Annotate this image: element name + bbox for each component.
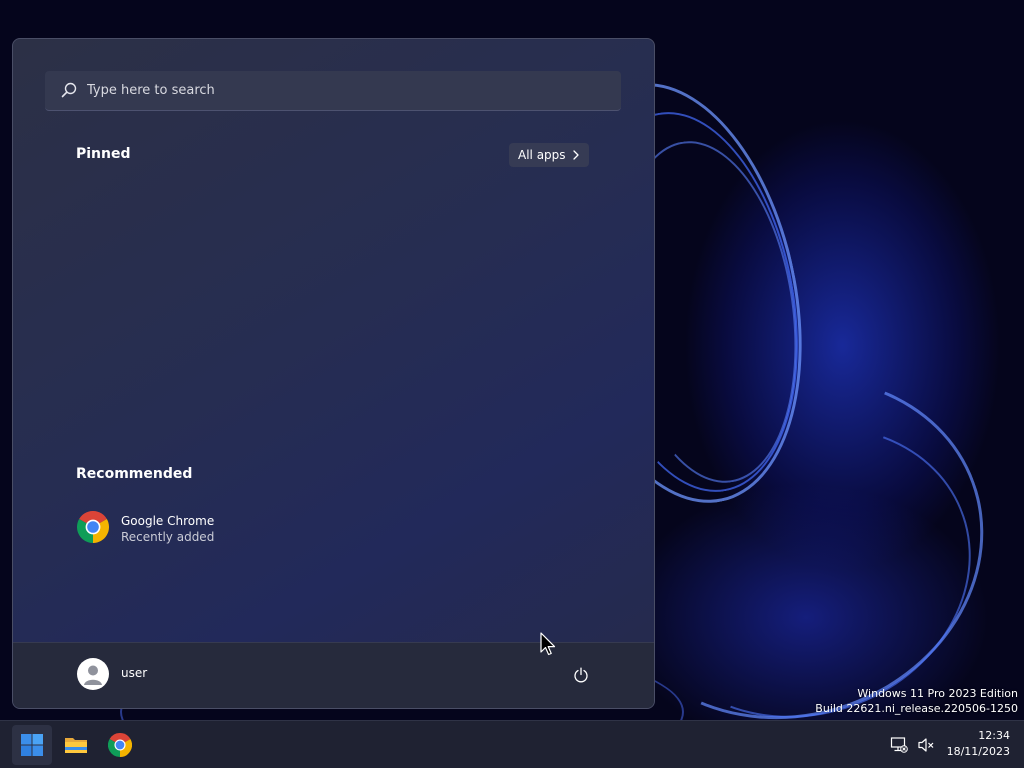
taskbar-chrome-button[interactable] (100, 725, 140, 765)
watermark-build: Build 22621.ni_release.220506-1250 (815, 702, 1018, 715)
clock-date: 18/11/2023 (946, 745, 1010, 758)
windows-logo-icon (21, 734, 43, 756)
pinned-section-title: Pinned (76, 146, 131, 162)
recommended-item-name: Google Chrome (121, 514, 215, 528)
clock-time: 12:34 (978, 729, 1010, 742)
volume-muted-icon[interactable] (917, 736, 935, 754)
search-input[interactable] (87, 71, 607, 109)
taskbar-clock[interactable]: 12:34 18/11/2023 (940, 728, 1010, 760)
user-name: user (121, 666, 148, 680)
taskbar: 12:34 18/11/2023 (0, 720, 1024, 768)
search-box[interactable] (45, 71, 621, 111)
taskbar-start-button[interactable] (12, 725, 52, 765)
user-icon (84, 665, 102, 685)
chevron-right-icon (573, 150, 579, 160)
recommended-section-title: Recommended (76, 466, 193, 482)
search-icon (61, 82, 77, 98)
taskbar-file-explorer-button[interactable] (56, 725, 96, 765)
network-disconnected-icon[interactable] (890, 736, 908, 754)
all-apps-label: All apps (518, 148, 566, 162)
avatar (77, 658, 109, 690)
start-menu: Pinned All apps Recommended Google Chrom… (12, 38, 655, 709)
recommended-item-subtitle: Recently added (121, 530, 215, 544)
folder-icon (65, 738, 87, 753)
user-account-button[interactable]: user (69, 654, 209, 694)
mouse-pointer-icon (540, 632, 556, 656)
power-icon (574, 667, 588, 683)
watermark-edition: Windows 11 Pro 2023 Edition (857, 687, 1018, 700)
chrome-icon (108, 733, 132, 757)
power-button[interactable] (561, 657, 601, 693)
all-apps-button[interactable]: All apps (509, 143, 589, 167)
recommended-item-google-chrome[interactable]: Google Chrome Recently added (69, 503, 329, 551)
edition-watermark: Windows 11 Pro 2023 Edition Build 22621.… (815, 686, 1018, 716)
chrome-icon (77, 511, 109, 543)
